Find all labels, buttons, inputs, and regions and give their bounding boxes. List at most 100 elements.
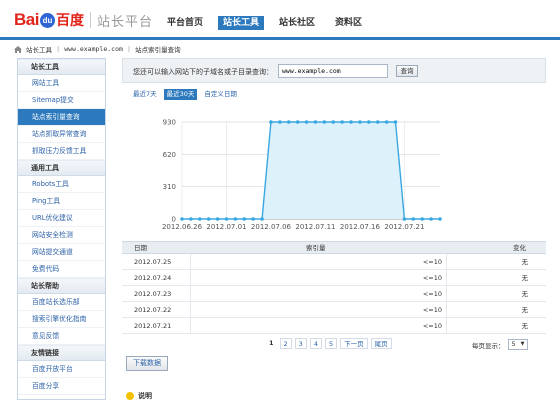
data-point — [358, 120, 362, 124]
per-page-select[interactable]: 5 ▼ — [507, 339, 528, 350]
table-row: 2012.07.25 <=10 无 — [122, 254, 546, 270]
sidebar-item[interactable]: Robots工具 — [18, 176, 105, 193]
last-page-button[interactable]: 尾页 — [370, 338, 392, 349]
header-index-count: 索引量 — [306, 244, 326, 252]
breadcrumb-tools[interactable]: 站长工具 — [26, 44, 52, 54]
data-point — [375, 120, 380, 124]
sidebar-item[interactable]: 百度分享 — [18, 378, 105, 395]
sidebar-section-header: 站长帮助 — [18, 278, 105, 294]
cell-index-count: <=10 — [190, 302, 446, 317]
per-page-value: 5 — [511, 340, 516, 348]
sidebar-item[interactable]: 站点索引量查询 — [18, 109, 105, 126]
data-point — [242, 217, 247, 221]
cell-change: 无 — [446, 270, 546, 285]
cell-index-count: <=10 — [190, 270, 446, 285]
x-tick-label: 2012.07.16 — [340, 223, 381, 231]
table-row: 2012.07.22 <=10 无 — [122, 302, 546, 318]
sidebar: 站长工具 网站工具 Sitemap提交 站点索引量查询 站点抓取异常查询 抓取压力反馈工具… — [17, 58, 106, 400]
table-row: 2012.07.21 <=10 无 — [122, 318, 546, 334]
data-point — [233, 217, 238, 221]
cell-date: 2012.07.22 — [134, 306, 172, 314]
chevron-down-icon: ▼ — [520, 341, 525, 347]
data-point — [384, 120, 389, 124]
data-point — [251, 217, 255, 221]
data-point — [206, 217, 211, 221]
data-point — [224, 217, 229, 221]
sidebar-section-header: 站长工具 — [18, 59, 105, 75]
x-tick-label: 2012.07.21 — [384, 223, 424, 231]
data-point — [278, 120, 282, 124]
platform-title: 站长平台 — [96, 14, 153, 30]
y-tick-label: 620 — [163, 151, 176, 159]
data-point — [313, 120, 318, 124]
data-point — [286, 120, 291, 124]
data-point — [269, 120, 273, 124]
sidebar-item[interactable]: Sitemap提交 — [18, 92, 105, 109]
x-tick-label: 2012.07.11 — [295, 223, 335, 231]
breadcrumb-separator: | — [57, 45, 60, 53]
sidebar-item[interactable]: 网站安全检测 — [18, 227, 105, 244]
nav-tools[interactable]: 站长工具 — [218, 16, 265, 30]
download-data-button[interactable]: 下载数据 — [126, 356, 168, 371]
cell-date: 2012.07.23 — [134, 290, 172, 298]
table-row: 2012.07.24 <=10 无 — [122, 270, 546, 286]
data-point — [331, 120, 336, 124]
page-3[interactable]: 3 — [294, 338, 307, 349]
data-point — [349, 120, 353, 124]
x-tick-label: 2012.07.06 — [251, 223, 292, 231]
main-content: 您还可以输入网站下的子域名或子目录查询： 查询 最近7天 最近30天 自定义日期… — [122, 58, 546, 400]
sidebar-item[interactable]: 免费代码 — [18, 261, 105, 278]
paw-icon: du — [39, 12, 55, 28]
cell-index-count: <=10 — [190, 286, 446, 301]
sidebar-item[interactable]: Ping工具 — [18, 193, 105, 210]
per-page-control: 每页显示： 5 ▼ — [472, 339, 528, 350]
sidebar-item[interactable]: URL优化建议 — [18, 210, 105, 227]
data-point — [304, 120, 309, 124]
page-2[interactable]: 2 — [279, 338, 292, 349]
data-point — [420, 217, 425, 221]
data-point — [295, 120, 300, 124]
breadcrumb-site[interactable]: www.example.com — [64, 45, 123, 53]
index-count-chart: 03106209302012.06.26 2012.07.01 2012.07.06… — [162, 119, 442, 231]
data-point — [367, 120, 371, 124]
table-header: 日期 索引量 变化 — [122, 241, 546, 254]
cell-date: 2012.07.24 — [134, 274, 172, 282]
sidebar-item[interactable]: 抓取压力反馈工具 — [18, 143, 105, 160]
x-tick-label: 2012.06.26 — [162, 223, 203, 231]
subdomain-input[interactable] — [278, 64, 388, 78]
next-page-button[interactable]: 下一页 — [340, 338, 368, 349]
sidebar-item[interactable]: 百度站长选乐部 — [18, 294, 105, 311]
cell-index-count: <=10 — [190, 318, 446, 333]
top-header: Bai du 百度 站长平台 平台首页 站长工具 站长社区 资料区 — [0, 0, 560, 40]
data-point — [429, 217, 433, 221]
logo-bai-text: Bai — [14, 10, 39, 29]
search-label: 您还可以输入网站下的子域名或子目录查询： — [133, 68, 273, 76]
nav-home[interactable]: 平台首页 — [162, 16, 208, 30]
breadcrumb-separator: | — [127, 45, 131, 53]
cell-change: 无 — [446, 318, 546, 333]
nav-community[interactable]: 站长社区 — [274, 16, 320, 30]
query-button[interactable]: 查询 — [396, 65, 418, 77]
data-point — [393, 120, 398, 124]
cell-index-count: <=10 — [190, 254, 446, 269]
sidebar-item[interactable]: 搜索引擎优化指南 — [18, 311, 105, 328]
sidebar-item[interactable]: 意见反馈 — [18, 328, 105, 345]
sidebar-item[interactable]: 网站工具 — [18, 75, 105, 92]
sidebar-item[interactable]: 网站提交通道 — [18, 244, 105, 261]
tab-last-30-days[interactable]: 最近30天 — [163, 89, 198, 100]
tab-last-7-days[interactable]: 最近7天 — [132, 89, 158, 100]
data-point — [189, 217, 193, 221]
sidebar-item[interactable]: 站点抓取异常查询 — [18, 126, 105, 143]
baidu-logo[interactable]: Bai du 百度 站长平台 — [14, 8, 153, 32]
page-5[interactable]: 5 — [324, 338, 338, 349]
logo-divider — [89, 12, 91, 28]
tab-custom-date[interactable]: 自定义日期 — [203, 89, 238, 100]
cell-date: 2012.07.21 — [134, 322, 172, 330]
y-tick-label: 930 — [163, 119, 176, 127]
x-tick-label: 2012.07.01 — [206, 223, 246, 231]
sidebar-item[interactable]: 百度开放平台 — [18, 361, 105, 378]
page-1[interactable]: 1 — [266, 338, 277, 349]
nav-resources[interactable]: 资料区 — [330, 16, 367, 30]
header-date: 日期 — [134, 244, 147, 252]
page-4[interactable]: 4 — [309, 338, 322, 349]
